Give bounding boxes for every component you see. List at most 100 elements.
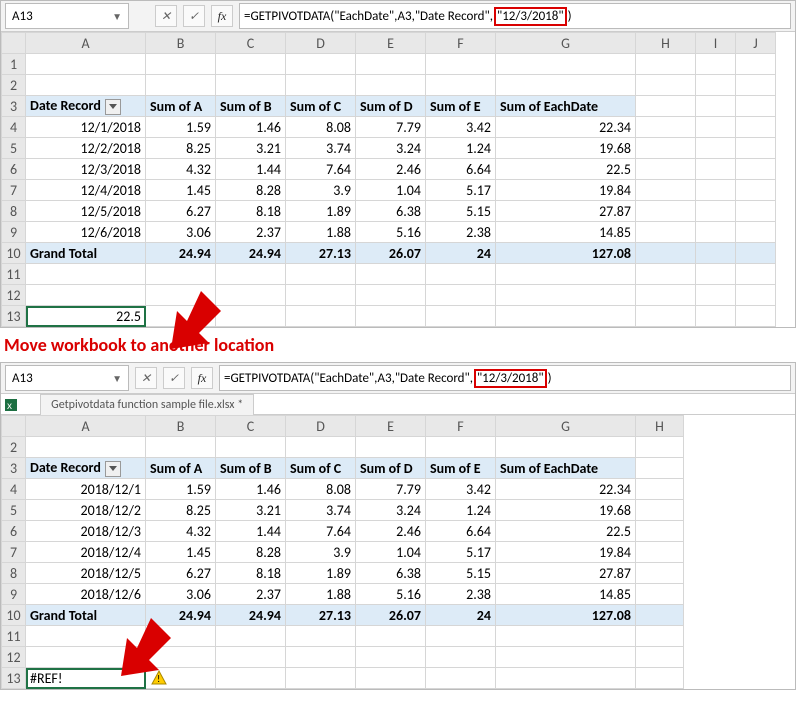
- cell[interactable]: 8.18: [216, 201, 286, 222]
- cell[interactable]: [636, 647, 684, 668]
- cell[interactable]: [696, 75, 736, 96]
- cell[interactable]: 5.16: [356, 222, 426, 243]
- cell[interactable]: [426, 668, 496, 689]
- cell[interactable]: [286, 285, 356, 306]
- cell[interactable]: [496, 54, 636, 75]
- column-header[interactable]: H: [636, 416, 684, 437]
- cell[interactable]: [696, 180, 736, 201]
- column-header[interactable]: G: [496, 33, 636, 54]
- cell[interactable]: 8.25: [146, 500, 216, 521]
- cell[interactable]: 6.27: [146, 563, 216, 584]
- cell[interactable]: [636, 306, 696, 327]
- cell[interactable]: [696, 243, 736, 264]
- row-header[interactable]: 4: [2, 479, 26, 500]
- cell[interactable]: 1.88: [286, 222, 356, 243]
- column-header[interactable]: D: [286, 33, 356, 54]
- cell[interactable]: [356, 647, 426, 668]
- cell[interactable]: 2.46: [356, 521, 426, 542]
- cell[interactable]: [736, 75, 776, 96]
- cell[interactable]: [496, 75, 636, 96]
- cell[interactable]: 22.34: [496, 117, 636, 138]
- cell[interactable]: 3.24: [356, 500, 426, 521]
- cell[interactable]: [636, 479, 684, 500]
- cell[interactable]: [636, 96, 696, 117]
- cell[interactable]: [636, 458, 684, 479]
- column-header[interactable]: E: [356, 33, 426, 54]
- cell[interactable]: 2018/12/3: [26, 521, 146, 542]
- cell[interactable]: [496, 264, 636, 285]
- name-box[interactable]: A13 ▼: [5, 3, 129, 29]
- cell[interactable]: Sum of A: [146, 96, 216, 117]
- confirm-formula-button[interactable]: ✓: [163, 367, 185, 389]
- column-header[interactable]: A: [26, 416, 146, 437]
- cell[interactable]: 6.38: [356, 201, 426, 222]
- cell[interactable]: [636, 584, 684, 605]
- row-header[interactable]: 13: [2, 306, 26, 327]
- row-header[interactable]: 3: [2, 96, 26, 117]
- row-header[interactable]: 7: [2, 542, 26, 563]
- cell[interactable]: [696, 96, 736, 117]
- confirm-formula-button[interactable]: ✓: [183, 5, 205, 27]
- cell[interactable]: 1.59: [146, 479, 216, 500]
- cell[interactable]: [636, 285, 696, 306]
- cell[interactable]: 7.64: [286, 521, 356, 542]
- cell[interactable]: 7.64: [286, 159, 356, 180]
- formula-input[interactable]: =GETPIVOTDATA("EachDate",A3,"Date Record…: [239, 3, 791, 29]
- cell[interactable]: [426, 437, 496, 458]
- row-header[interactable]: 5: [2, 138, 26, 159]
- cell[interactable]: 12/5/2018: [26, 201, 146, 222]
- cell[interactable]: 2.38: [426, 584, 496, 605]
- cell[interactable]: 6.38: [356, 563, 426, 584]
- cell[interactable]: [216, 437, 286, 458]
- cell[interactable]: 12/4/2018: [26, 180, 146, 201]
- cell[interactable]: 5.17: [426, 542, 496, 563]
- cell[interactable]: Sum of E: [426, 96, 496, 117]
- cell[interactable]: Sum of D: [356, 458, 426, 479]
- cell[interactable]: [736, 138, 776, 159]
- cell[interactable]: [26, 75, 146, 96]
- cell[interactable]: 5.17: [426, 180, 496, 201]
- cell[interactable]: Sum of C: [286, 96, 356, 117]
- cell[interactable]: 8.08: [286, 117, 356, 138]
- cell[interactable]: [696, 54, 736, 75]
- cell[interactable]: [696, 264, 736, 285]
- cell[interactable]: 1.04: [356, 180, 426, 201]
- column-header[interactable]: F: [426, 33, 496, 54]
- cell[interactable]: 22.5: [496, 159, 636, 180]
- cell[interactable]: [496, 285, 636, 306]
- cell[interactable]: [636, 668, 684, 689]
- cell[interactable]: 2.37: [216, 222, 286, 243]
- cell[interactable]: 12/3/2018: [26, 159, 146, 180]
- cell[interactable]: [426, 647, 496, 668]
- row-header[interactable]: 12: [2, 647, 26, 668]
- cell[interactable]: [286, 647, 356, 668]
- column-header[interactable]: D: [286, 416, 356, 437]
- cell[interactable]: [356, 54, 426, 75]
- cell[interactable]: 3.24: [356, 138, 426, 159]
- cell[interactable]: 19.84: [496, 542, 636, 563]
- cancel-formula-button[interactable]: ✕: [155, 5, 177, 27]
- cell[interactable]: 1.24: [426, 500, 496, 521]
- cell[interactable]: 1.59: [146, 117, 216, 138]
- cell[interactable]: [216, 54, 286, 75]
- cell[interactable]: 19.68: [496, 500, 636, 521]
- cell[interactable]: [146, 437, 216, 458]
- cell[interactable]: 2018/12/4: [26, 542, 146, 563]
- column-header[interactable]: H: [636, 33, 696, 54]
- cell[interactable]: Sum of A: [146, 458, 216, 479]
- cell[interactable]: 1.46: [216, 117, 286, 138]
- cell[interactable]: [216, 668, 286, 689]
- column-header[interactable]: I: [696, 33, 736, 54]
- cell[interactable]: [216, 75, 286, 96]
- cell[interactable]: [286, 54, 356, 75]
- cell[interactable]: [426, 306, 496, 327]
- cell[interactable]: 24: [426, 605, 496, 626]
- cell[interactable]: 12/1/2018: [26, 117, 146, 138]
- cell[interactable]: 2018/12/6: [26, 584, 146, 605]
- cell[interactable]: [636, 159, 696, 180]
- cell[interactable]: Sum of EachDate: [496, 458, 636, 479]
- formula-input[interactable]: =GETPIVOTDATA("EachDate",A3,"Date Record…: [219, 365, 791, 391]
- cell[interactable]: [696, 306, 736, 327]
- cell[interactable]: 2018/12/2: [26, 500, 146, 521]
- cell[interactable]: 1.89: [286, 201, 356, 222]
